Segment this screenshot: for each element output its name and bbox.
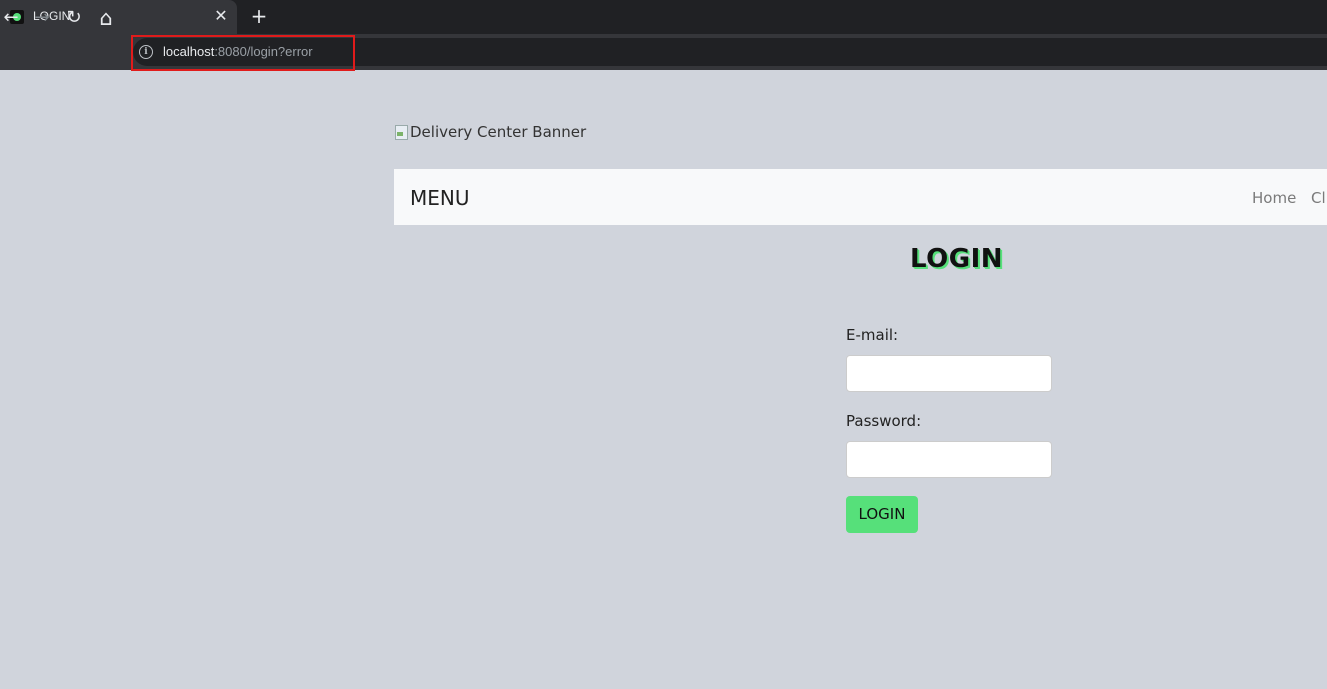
- home-icon[interactable]: ⌂: [95, 7, 117, 29]
- broken-image-icon: [394, 124, 408, 140]
- navbar: MENU Home Cli: [394, 169, 1327, 225]
- back-icon[interactable]: ←: [0, 7, 22, 29]
- nav-link-home[interactable]: Home: [1252, 189, 1296, 207]
- banner-image: Delivery Center Banner: [394, 123, 586, 141]
- nav-link-cli[interactable]: Cli: [1311, 189, 1327, 207]
- password-field[interactable]: [846, 441, 1052, 478]
- close-icon[interactable]: ✕: [212, 7, 230, 25]
- navbar-brand[interactable]: MENU: [410, 186, 470, 210]
- reload-icon[interactable]: ↻: [63, 7, 85, 29]
- forward-icon[interactable]: →: [31, 7, 53, 29]
- password-label: Password:: [846, 412, 922, 430]
- new-tab-icon[interactable]: +: [249, 6, 269, 26]
- email-field[interactable]: [846, 355, 1052, 392]
- login-button[interactable]: LOGIN: [846, 496, 918, 533]
- email-label: E-mail:: [846, 326, 899, 344]
- page-title: LOGIN: [910, 244, 1004, 274]
- url-highlight-box: [131, 35, 355, 71]
- banner-alt-text: Delivery Center Banner: [410, 123, 587, 141]
